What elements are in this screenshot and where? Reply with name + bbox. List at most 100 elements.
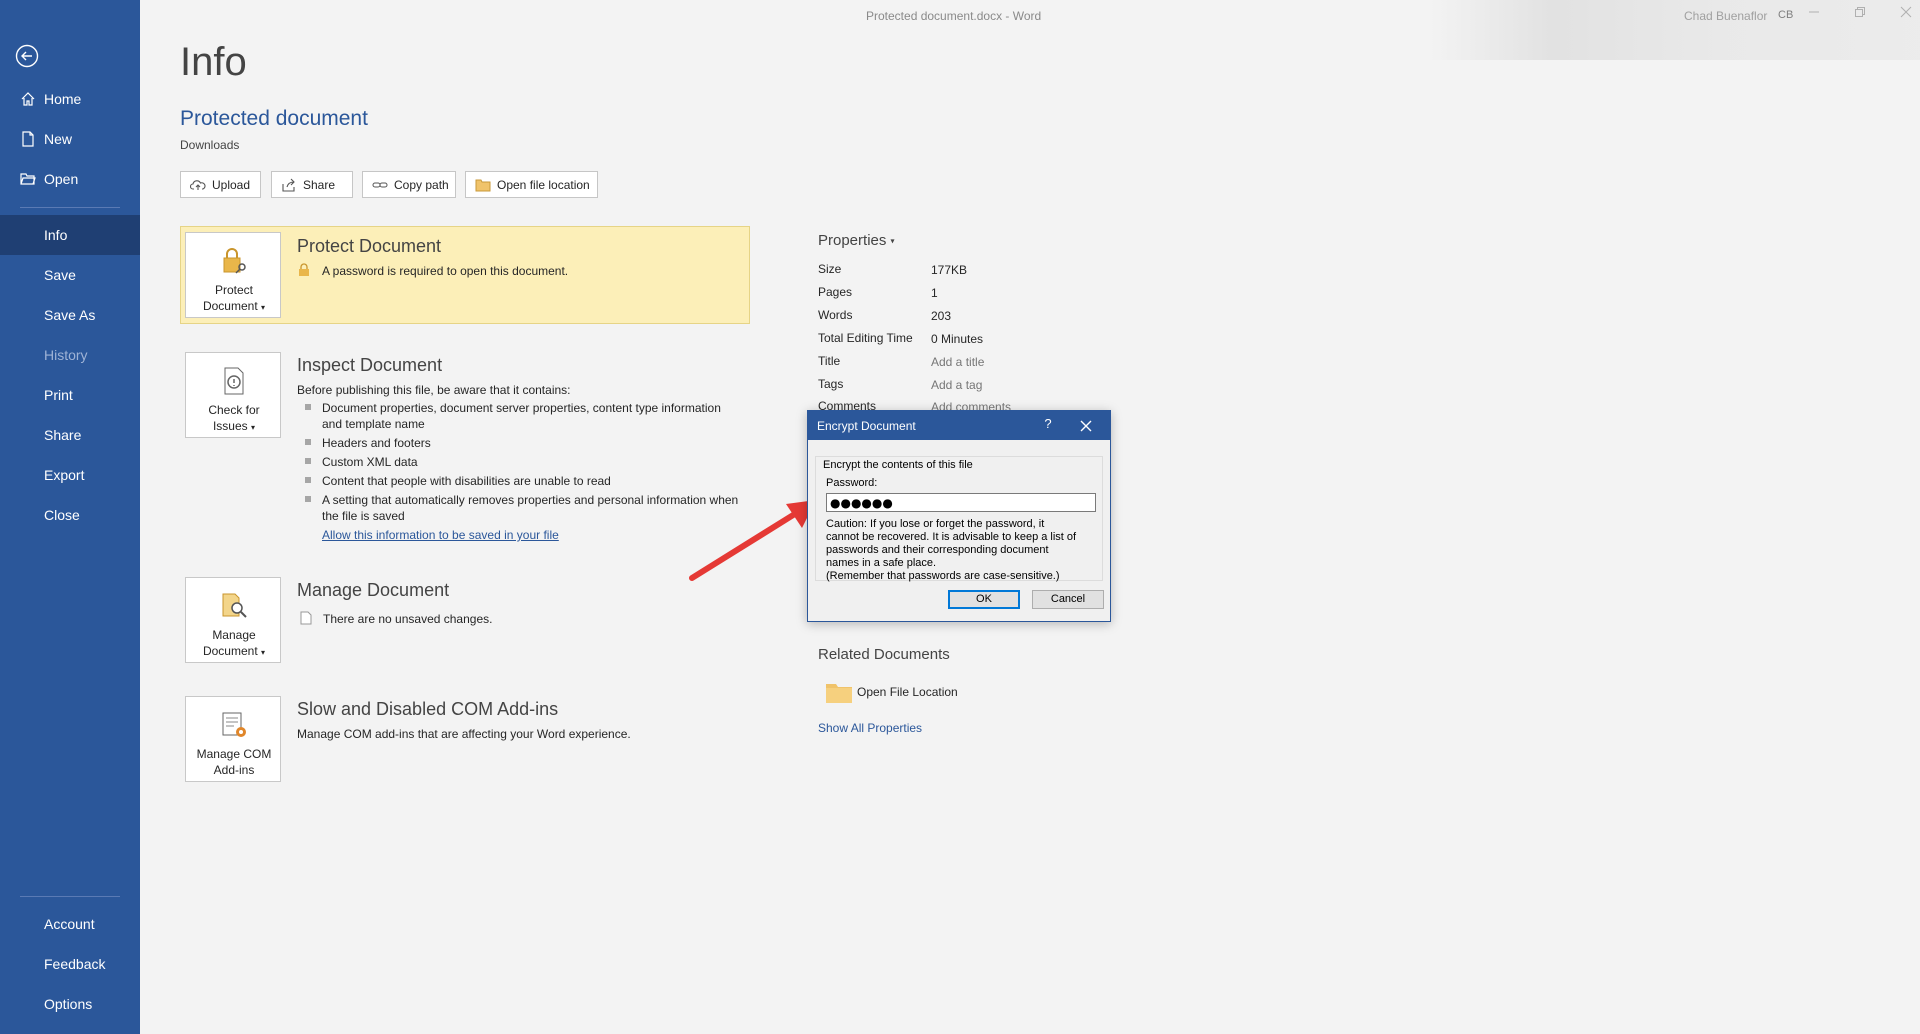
bullet-marker <box>305 496 311 502</box>
inspect-bullet-line: the file is saved <box>322 509 405 523</box>
nav-new-label: New <box>44 131 73 147</box>
open-file-location-link[interactable]: Open File Location <box>857 685 958 699</box>
property-key: Words <box>818 308 853 322</box>
folder-icon <box>826 684 852 703</box>
addins-button-line1: Manage COM <box>196 747 272 761</box>
restore-icon <box>1855 7 1865 17</box>
back-arrow-icon[interactable] <box>15 44 39 68</box>
protect-document-button[interactable]: Protect Document ▾ <box>185 232 281 318</box>
nav-save[interactable]: Save <box>0 255 140 295</box>
inspect-bullet-line: Document properties, document server pro… <box>322 401 721 415</box>
nav-history[interactable]: History <box>0 335 140 375</box>
property-key: Size <box>818 262 842 276</box>
tags-property-field[interactable]: Add a tag <box>931 378 982 392</box>
copy-path-label: Copy path <box>394 178 449 192</box>
show-all-properties-link[interactable]: Show All Properties <box>818 721 922 735</box>
protect-button-line2: Document ▾ <box>186 298 282 316</box>
nav-export[interactable]: Export <box>0 455 140 495</box>
inspect-bullet-line: A setting that automatically removes pro… <box>322 493 739 507</box>
open-file-location-button[interactable]: Open file location <box>465 171 598 198</box>
nav-save-label: Save <box>44 267 76 283</box>
com-addins-icon <box>222 712 246 737</box>
bullet-marker <box>305 458 311 464</box>
restore-button[interactable] <box>1848 6 1872 24</box>
new-document-icon <box>22 131 34 147</box>
title-property-field[interactable]: Add a title <box>931 355 984 369</box>
nav-save-as-label: Save As <box>44 307 96 323</box>
property-value: 0 Minutes <box>931 332 984 346</box>
nav-info[interactable]: Info <box>0 215 140 255</box>
check-button-line1: Check for <box>208 403 260 417</box>
nav-print-label: Print <box>44 387 73 403</box>
check-for-issues-button-label: Check for Issues ▾ <box>186 402 282 436</box>
com-addins-title: Slow and Disabled COM Add-ins <box>297 699 559 719</box>
nav-open-label: Open <box>44 171 79 187</box>
close-icon[interactable] <box>1077 417 1095 435</box>
user-avatar[interactable]: CB <box>1778 9 1793 21</box>
manage-document-icon <box>222 593 247 618</box>
lock-status-icon <box>299 263 309 276</box>
share-button[interactable]: Share <box>271 171 353 198</box>
manage-com-addins-button[interactable]: Manage COM Add-ins <box>185 696 281 782</box>
property-key: Pages <box>818 285 853 299</box>
nav-close[interactable]: Close <box>0 495 140 535</box>
protect-document-button-label: Protect Document ▾ <box>186 282 282 316</box>
check-for-issues-button[interactable]: Check for Issues ▾ <box>185 352 281 438</box>
check-button-line2-text: Issues <box>212 419 248 433</box>
encrypt-document-dialog: Encrypt Document ? Encrypt the contents … <box>807 410 1111 622</box>
backstage-sidebar: Home New Open Info Save Save As History … <box>0 0 140 1034</box>
caution-line: Caution: If you lose or forget the passw… <box>826 518 1045 530</box>
nav-account[interactable]: Account <box>0 904 140 944</box>
manage-document-button[interactable]: Manage Document ▾ <box>185 577 281 663</box>
nav-open[interactable]: Open <box>0 159 140 199</box>
dialog-body: Encrypt the contents of this file Passwo… <box>808 440 1110 621</box>
copy-path-button[interactable]: Copy path <box>362 171 456 198</box>
properties-header[interactable]: Properties ▾ <box>818 232 895 249</box>
lock-key-icon <box>223 248 246 274</box>
cancel-button[interactable]: Cancel <box>1032 590 1104 609</box>
caution-line: cannot be recovered. It is advisable to … <box>826 531 1077 543</box>
manage-document-title: Manage Document <box>297 580 450 600</box>
home-icon <box>21 92 35 106</box>
inspect-document-icon <box>224 367 244 395</box>
manage-button-line2: Document ▾ <box>186 643 282 661</box>
open-folder-icon <box>20 173 36 185</box>
bullet-marker <box>305 439 311 445</box>
minimize-icon <box>1809 11 1819 13</box>
folder-icon <box>475 179 491 192</box>
bullet-marker <box>305 404 311 410</box>
nav-home[interactable]: Home <box>0 79 140 119</box>
upload-button[interactable]: Upload <box>180 171 261 198</box>
link-icon <box>372 182 388 188</box>
inspect-document-intro: Before publishing this file, be aware th… <box>297 383 571 397</box>
manage-button-line1: Manage <box>212 628 256 642</box>
close-icon <box>1900 6 1912 18</box>
protect-button-line2-text: Document <box>202 299 258 313</box>
nav-share-label: Share <box>44 427 82 443</box>
manage-button-line2-text: Document <box>202 644 258 658</box>
nav-print[interactable]: Print <box>0 375 140 415</box>
help-button[interactable]: ? <box>1039 416 1057 434</box>
inspect-bullet-line: Custom XML data <box>322 455 418 469</box>
nav-options[interactable]: Options <box>0 984 140 1024</box>
document-status-icon <box>300 611 312 625</box>
password-input[interactable] <box>826 493 1096 512</box>
password-label: Password: <box>826 477 878 489</box>
minimize-button[interactable] <box>1802 6 1826 24</box>
property-key: Tags <box>818 377 844 391</box>
nav-share[interactable]: Share <box>0 415 140 455</box>
nav-save-as[interactable]: Save As <box>0 295 140 335</box>
nav-export-label: Export <box>44 467 85 483</box>
manage-document-button-label: Manage Document ▾ <box>186 627 282 661</box>
close-window-button[interactable] <box>1894 6 1918 24</box>
upload-icon <box>190 180 206 190</box>
nav-new[interactable]: New <box>0 119 140 159</box>
ok-button[interactable]: OK <box>948 590 1020 609</box>
nav-divider-bottom <box>20 896 120 897</box>
allow-info-saved-link[interactable]: Allow this information to be saved in yo… <box>322 528 559 542</box>
protect-document-status: A password is required to open this docu… <box>322 264 569 278</box>
inspect-bullet-line: Headers and footers <box>322 436 431 450</box>
document-path: Downloads <box>180 138 240 152</box>
user-name[interactable]: Chad Buenaflor <box>1684 9 1767 23</box>
nav-feedback[interactable]: Feedback <box>0 944 140 984</box>
